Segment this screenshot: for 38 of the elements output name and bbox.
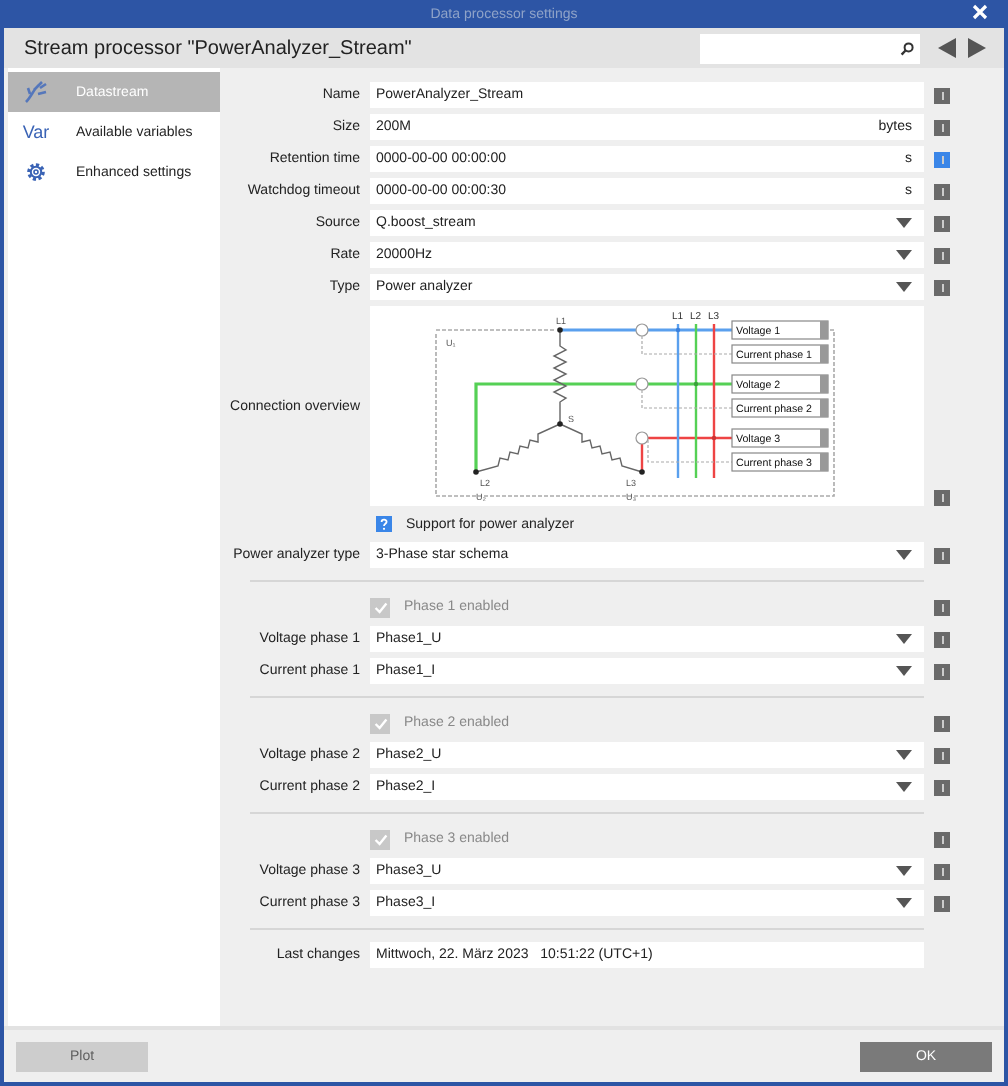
search-field[interactable] <box>700 33 920 63</box>
info-icon[interactable] <box>934 151 950 167</box>
caret-icon <box>896 634 912 644</box>
caret-icon <box>896 782 912 792</box>
info-icon[interactable] <box>934 895 950 911</box>
caret-icon <box>896 282 912 292</box>
caret-icon <box>896 550 912 560</box>
terminal-box <box>731 344 829 364</box>
terminal-box <box>731 452 829 472</box>
info-icon[interactable] <box>934 279 950 295</box>
info-icon[interactable] <box>934 747 950 763</box>
help-icon[interactable] <box>376 516 392 532</box>
info-icon[interactable] <box>934 247 950 263</box>
terminal-box <box>731 320 829 340</box>
info-icon[interactable] <box>934 490 950 506</box>
info-icon[interactable] <box>934 631 950 647</box>
caret-icon <box>896 250 912 260</box>
terminal-box <box>731 428 829 448</box>
settings-icon <box>24 160 48 184</box>
caret-icon <box>896 898 912 908</box>
caret-icon <box>896 218 912 228</box>
terminal-box <box>731 374 829 394</box>
info-icon[interactable] <box>934 215 950 231</box>
caret-icon <box>896 750 912 760</box>
dialog-title: Stream processor "PowerAnalyzer_Stream" <box>24 37 414 59</box>
info-icon[interactable] <box>934 119 950 135</box>
terminal-box <box>731 398 829 418</box>
info-icon[interactable] <box>934 183 950 199</box>
info-icon[interactable] <box>934 87 950 103</box>
info-icon[interactable] <box>934 863 950 879</box>
variable-icon: Var <box>22 122 50 142</box>
caret-icon <box>896 666 912 676</box>
search-icon <box>900 41 914 55</box>
info-icon[interactable] <box>934 547 950 563</box>
info-icon[interactable] <box>934 779 950 795</box>
info-icon[interactable] <box>934 663 950 679</box>
signal-icon <box>22 78 50 106</box>
caret-icon <box>896 866 912 876</box>
